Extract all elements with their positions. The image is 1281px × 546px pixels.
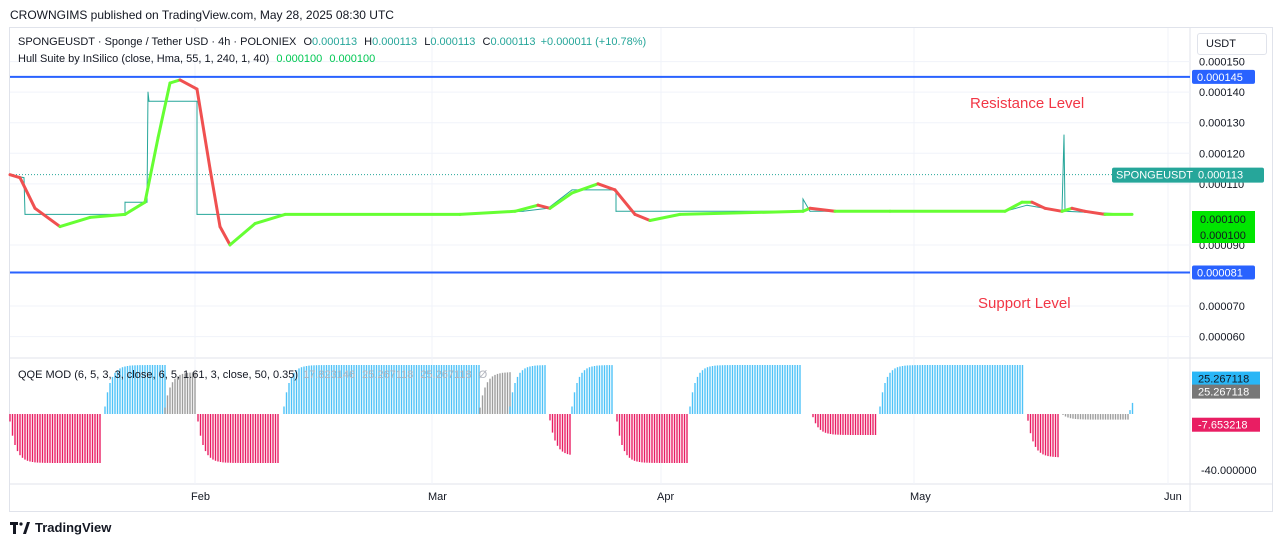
hull-segment xyxy=(253,212,287,226)
hull-label: Hull Suite by InSilico (close, Hma, 55, … xyxy=(18,53,270,65)
price-point xyxy=(148,100,150,102)
hull-segment xyxy=(228,222,257,247)
qqe-tag-text: 25.267118 xyxy=(1198,374,1249,386)
high-value: 0.000113 xyxy=(372,36,418,48)
hull-segment xyxy=(8,173,22,180)
price-point xyxy=(147,91,149,93)
hull-tag-text: 0.000100 xyxy=(1200,214,1246,226)
brand-name: TradingView xyxy=(35,520,112,535)
hull-segment xyxy=(1043,206,1064,213)
hull-value-1: 0.000100 xyxy=(276,53,323,65)
hull-segment xyxy=(156,81,172,140)
y-tick-label: 0.000120 xyxy=(1199,148,1245,160)
hull-segment xyxy=(1083,209,1107,216)
price-point xyxy=(23,177,25,179)
chart-canvas[interactable]: 0.0001500.0001400.0001300.0001200.000110… xyxy=(0,0,1281,546)
qqe-tag-text: 25.267118 xyxy=(1198,387,1249,399)
hull-tag-text: 0.000100 xyxy=(1200,230,1246,242)
resistance-annotation: Resistance Level xyxy=(970,95,1085,112)
hull-segment xyxy=(613,188,637,216)
level-tag-text: 0.000081 xyxy=(1197,267,1243,279)
support-annotation: Support Level xyxy=(978,295,1071,312)
y-tick-label: 0.000150 xyxy=(1199,57,1245,69)
open-value: 0.000113 xyxy=(312,36,358,48)
price-point xyxy=(571,189,573,191)
y-tick-label: 0.000070 xyxy=(1199,301,1245,313)
price-point xyxy=(809,210,811,212)
price-point xyxy=(522,210,524,212)
hull-segment xyxy=(1003,200,1024,213)
hull-segment xyxy=(178,78,199,91)
tradingview-logo-icon xyxy=(10,521,30,534)
x-tick-label: Feb xyxy=(191,491,210,503)
qqe-value-2: 25.267118 xyxy=(362,369,414,381)
x-tick-label: Mar xyxy=(428,491,447,503)
tradingview-footer[interactable]: TradingView xyxy=(10,520,111,535)
price-point xyxy=(24,213,26,215)
symbol-title: SPONGEUSDT · Sponge / Tether USD · 4h · … xyxy=(18,36,297,48)
hull-segment xyxy=(18,176,37,210)
currency-selector[interactable]: USDT xyxy=(1197,33,1267,55)
hull-segment xyxy=(33,206,62,229)
x-tick-label: Apr xyxy=(657,491,674,503)
high-label: H xyxy=(364,36,373,48)
price-point xyxy=(615,210,617,212)
hull-segment xyxy=(633,212,652,222)
hull-segment xyxy=(58,215,92,229)
price-point xyxy=(196,213,198,215)
x-tick-label: May xyxy=(910,491,931,503)
osc-y-tick-label: -40.000000 xyxy=(1201,465,1257,477)
hull-segment xyxy=(123,200,147,216)
change-value: +0.000011 (+10.78%) xyxy=(540,36,647,48)
hull-suite-layer xyxy=(8,78,1134,247)
price-point xyxy=(124,201,126,203)
hull-segment xyxy=(1070,206,1087,213)
symbol-legend[interactable]: SPONGEUSDT · Sponge / Tether USD · 4h · … xyxy=(18,36,646,48)
x-tick-label: Jun xyxy=(1164,491,1182,503)
y-tick-label: 0.000130 xyxy=(1199,118,1245,130)
hull-segment xyxy=(570,182,600,195)
last-price-tag: 0.000113 xyxy=(1198,170,1243,182)
hull-segment xyxy=(596,182,617,192)
price-point xyxy=(1063,134,1065,136)
qqe-value-4: Ø xyxy=(478,369,488,381)
qqe-value-1: 17.823146 xyxy=(303,369,356,381)
open-label: O xyxy=(303,36,312,48)
hull-segment xyxy=(208,167,222,229)
hull-segment xyxy=(458,209,517,216)
hull-legend[interactable]: Hull Suite by InSilico (close, Hma, 55, … xyxy=(18,53,375,65)
qqe-value-3: 25.267118 xyxy=(420,369,472,381)
hull-segment xyxy=(218,225,232,247)
hull-segment xyxy=(536,203,552,210)
hull-value-2: 0.000100 xyxy=(329,53,376,65)
price-point xyxy=(146,201,148,203)
y-tick-label: 0.000140 xyxy=(1199,87,1245,99)
hull-segment xyxy=(195,87,212,171)
qqe-tag-text: -7.653218 xyxy=(1198,420,1248,432)
price-point xyxy=(1026,204,1028,206)
low-value: 0.000113 xyxy=(430,36,476,48)
hull-segment xyxy=(1060,206,1074,213)
axis-layer: 0.0001500.0001400.0001300.0001200.000110… xyxy=(191,57,1257,503)
price-point xyxy=(802,198,804,200)
qqe-label: QQE MOD (6, 5, 3, 3, close, 6, 5, 1.61, … xyxy=(18,369,299,381)
hull-segment xyxy=(648,212,682,222)
hull-segment xyxy=(548,191,574,210)
hull-segment xyxy=(168,78,182,85)
close-value: 0.000113 xyxy=(490,36,536,48)
level-tag-text: 0.000145 xyxy=(1197,72,1243,84)
qqe-legend[interactable]: QQE MOD (6, 5, 3, 3, close, 6, 5, 1.61, … xyxy=(18,369,487,381)
last-price-symbol: SPONGEUSDT xyxy=(1116,170,1193,182)
price-point xyxy=(196,100,198,102)
y-tick-label: 0.000060 xyxy=(1199,332,1245,344)
